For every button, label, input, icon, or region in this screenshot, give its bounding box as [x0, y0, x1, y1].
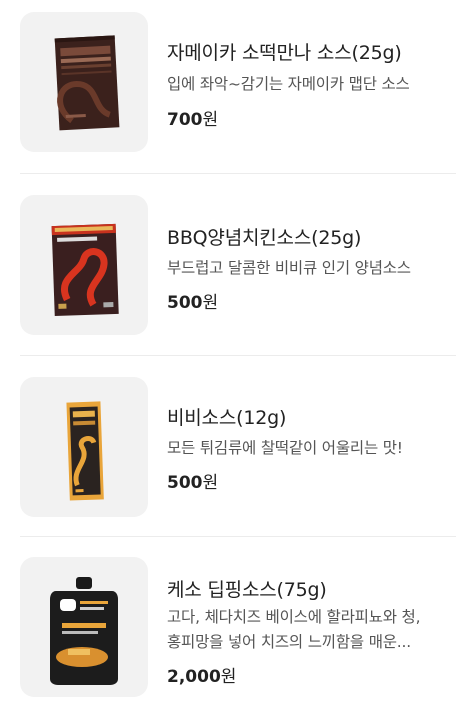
product-description: 모든 튀김류에 찰떡같이 어울리는 맛! [167, 439, 403, 457]
divider [20, 173, 456, 174]
product-name[interactable]: 케소 딥핑소스(75g) [167, 575, 327, 602]
price-value: 500 [167, 473, 203, 493]
product-description: 홍피망을 넣어 치즈의 느끼함을 매운... [167, 633, 411, 651]
price-currency: 원 [202, 293, 219, 313]
product-description: 부드럽고 달콤한 비비큐 인기 양념소스 [167, 259, 411, 277]
price-currency: 원 [220, 667, 237, 687]
sauce-stick-bibi-image [66, 401, 104, 501]
sauce-packet-jamaica-image [54, 35, 120, 131]
product-price: 2,000원 [167, 662, 236, 687]
price-currency: 원 [202, 110, 219, 130]
price-value: 500 [167, 293, 203, 313]
product-thumbnail[interactable] [20, 377, 148, 517]
price-value: 700 [167, 110, 203, 130]
product-name[interactable]: 비비소스(12g) [167, 403, 286, 430]
product-name[interactable]: BBQ양념치킨소스(25g) [167, 223, 361, 250]
product-description: 고다, 체다치즈 베이스에 할라피뇨와 청, [167, 608, 421, 626]
product-item[interactable]: 자메이카 소떡만나 소스(25g) 입에 좌악~감기는 자메이카 맵단 소스 7… [0, 0, 466, 180]
divider [20, 536, 456, 537]
product-price: 500원 [167, 288, 218, 313]
product-price: 500원 [167, 468, 218, 493]
price-currency: 원 [202, 473, 219, 493]
product-thumbnail[interactable] [20, 557, 148, 697]
divider [20, 355, 456, 356]
product-item[interactable]: 비비소스(12g) 모든 튀김류에 찰떡같이 어울리는 맛! 500원 [0, 365, 466, 545]
product-thumbnail[interactable] [20, 195, 148, 335]
product-name[interactable]: 자메이카 소떡만나 소스(25g) [167, 38, 402, 65]
product-thumbnail[interactable] [20, 12, 148, 152]
product-list: 자메이카 소떡만나 소스(25g) 입에 좌악~감기는 자메이카 맵단 소스 7… [0, 0, 466, 715]
product-price: 700원 [167, 105, 218, 130]
sauce-packet-bbq-image [51, 223, 119, 317]
sauce-pouch-queso-image [50, 577, 118, 685]
product-item[interactable]: 케소 딥핑소스(75g) 고다, 체다치즈 베이스에 할라피뇨와 청, 홍피망을… [0, 545, 466, 725]
price-value: 2,000 [167, 667, 221, 687]
product-item[interactable]: BBQ양념치킨소스(25g) 부드럽고 달콤한 비비큐 인기 양념소스 500원 [0, 183, 466, 363]
product-description: 입에 좌악~감기는 자메이카 맵단 소스 [167, 75, 410, 93]
